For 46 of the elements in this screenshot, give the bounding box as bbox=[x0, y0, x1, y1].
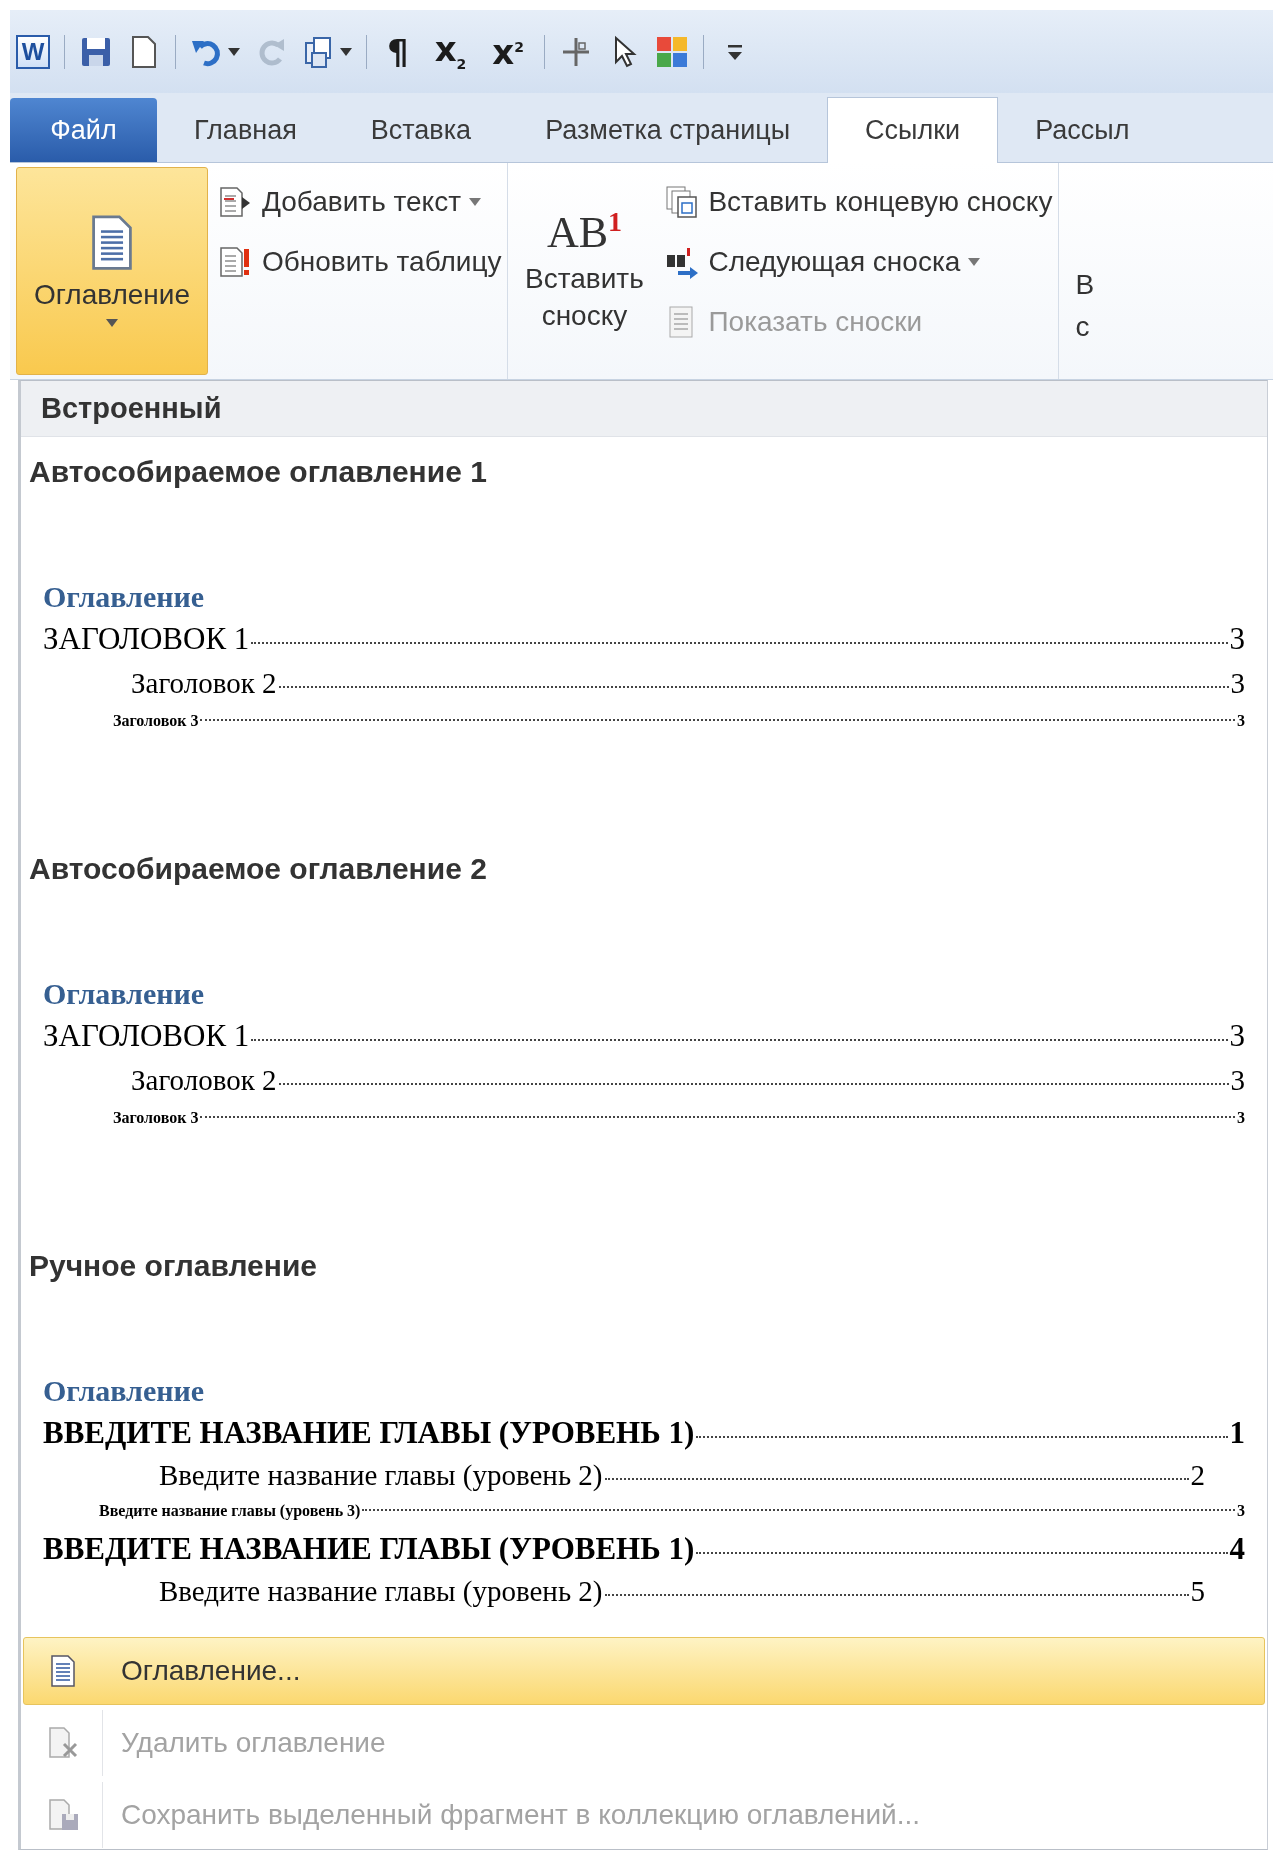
gallery-header: Встроенный bbox=[21, 381, 1267, 437]
remove-document-icon bbox=[46, 1726, 80, 1760]
toc-heading: Оглавление bbox=[43, 976, 206, 1012]
file-tab[interactable]: Файл bbox=[10, 98, 157, 163]
format-button[interactable]: ¶ bbox=[381, 34, 415, 69]
format-button[interactable]: x$_{2}$ bbox=[428, 32, 473, 71]
toc-entry: Введите название главы (уровень 2) 5 bbox=[158, 1574, 1205, 1609]
insert-footnote-button[interactable]: AB$^{1}$ Вставить сноску bbox=[514, 167, 655, 375]
ribbon-tab[interactable]: Вставка bbox=[333, 98, 509, 163]
gallery-item-title[interactable]: Ручное оглавление bbox=[29, 1246, 1245, 1286]
ribbon-button[interactable]: Следующая сноска bbox=[664, 239, 1053, 286]
toc-entry: ЗАГОЛОВОК 1 3 bbox=[43, 620, 1245, 658]
ribbon-tab[interactable]: Разметка страницы bbox=[508, 98, 828, 163]
toc-entry: Заголовок 3 3 bbox=[112, 711, 1245, 731]
toc-entry: Введите название главы (уровень 3) 3 bbox=[98, 1501, 1245, 1522]
gallery-item-title[interactable]: Автособираемое оглавление 1 bbox=[29, 452, 1245, 492]
color-tiles-icon[interactable] bbox=[655, 34, 689, 69]
toc-entry: ВВЕДИТЕ НАЗВАНИЕ ГЛАВЫ (УРОВЕНЬ 1) 1 bbox=[43, 1414, 1245, 1452]
gallery-item-title[interactable]: Автособираемое оглавление 2 bbox=[29, 849, 1245, 889]
ribbon-label: В bbox=[1075, 269, 1095, 302]
toc-entry: Заголовок 2 3 bbox=[130, 1063, 1245, 1098]
toc-entry: Введите название главы (уровень 2) 2 bbox=[158, 1458, 1205, 1493]
format-button[interactable]: x$^{2}$ bbox=[486, 34, 530, 69]
caret-icon[interactable] bbox=[340, 47, 352, 56]
toc-entry: Заголовок 2 3 bbox=[130, 666, 1245, 701]
ribbon-label: с bbox=[1075, 311, 1091, 344]
caret-icon[interactable] bbox=[228, 47, 240, 56]
menu-item[interactable]: Оглавление... bbox=[23, 1637, 1265, 1705]
caret-icon bbox=[106, 318, 118, 327]
caret-icon bbox=[469, 198, 481, 207]
toc-heading: Оглавление bbox=[43, 1373, 206, 1409]
split-button[interactable] bbox=[302, 34, 352, 69]
word-logo[interactable]: W bbox=[16, 34, 50, 69]
ribbon-tab[interactable]: Главная bbox=[157, 98, 334, 163]
caret-icon bbox=[968, 258, 981, 267]
table-of-contents-button[interactable]: Оглавление bbox=[16, 167, 208, 375]
ribbon-button[interactable]: Вставить концевую сноску bbox=[664, 179, 1053, 226]
toc-entry: ВВЕДИТЕ НАЗВАНИЕ ГЛАВЫ (УРОВЕНЬ 1) 4 bbox=[43, 1530, 1245, 1568]
toc-heading: Оглавление bbox=[43, 579, 206, 615]
ribbon-button[interactable]: Обновить таблицу bbox=[218, 239, 502, 286]
toc-entry: ЗАГОЛОВОК 1 3 bbox=[43, 1017, 1245, 1055]
toc-entry: Заголовок 3 3 bbox=[112, 1108, 1245, 1128]
save-document-icon bbox=[46, 1798, 80, 1832]
ribbon-tab[interactable]: Рассыл bbox=[998, 98, 1167, 163]
ribbon-button[interactable]: Добавить текст bbox=[218, 179, 502, 226]
ribbon-tab[interactable]: Ссылки bbox=[827, 97, 999, 164]
